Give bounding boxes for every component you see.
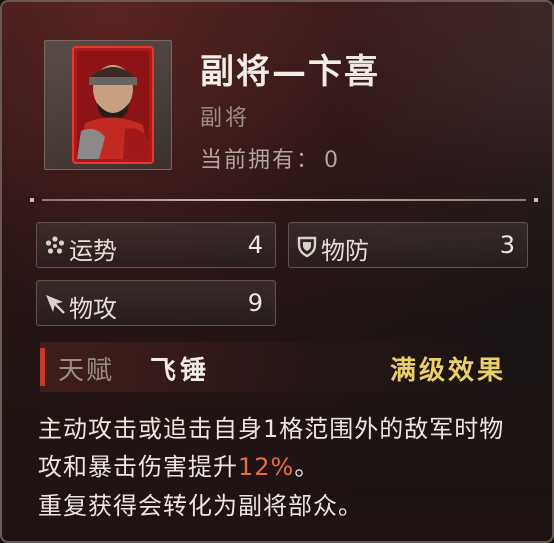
talent-desc-highlight: 12%: [238, 453, 295, 481]
talent-desc-end: 。: [294, 453, 320, 481]
max-level-effect-button[interactable]: 满级效果: [390, 350, 506, 387]
stat-label: 物攻: [69, 295, 117, 323]
stat-value: 4: [247, 231, 263, 259]
talent-description: 主动攻击或追击自身1格范围外的敌军时物攻和暴击伤害提升12%。: [38, 410, 508, 486]
attack-cursor-icon: [46, 295, 65, 314]
divider: [30, 198, 538, 202]
duplicate-note: 重复获得会转化为副将部众。: [38, 492, 363, 520]
stat-fortune[interactable]: 运势 4: [36, 222, 276, 268]
stat-value: 9: [247, 289, 263, 317]
general-portrait: [44, 40, 172, 170]
stat-attack[interactable]: 物攻 9: [36, 280, 276, 326]
shield-icon: [297, 236, 317, 258]
talent-label: 天赋: [58, 356, 115, 386]
stat-label: 运势: [69, 237, 117, 265]
stat-defense[interactable]: 物防 3: [288, 222, 528, 268]
general-type: 副将: [200, 106, 251, 131]
general-portrait-art: [72, 46, 154, 164]
stat-value: 3: [499, 231, 515, 259]
general-title: 副将—卞喜: [200, 52, 380, 92]
owned-count-row: 当前拥有： 0: [200, 142, 340, 174]
talent-accent-bar: [40, 348, 45, 386]
stat-label: 物防: [321, 237, 369, 265]
talent-name: 飞锤: [150, 356, 211, 386]
general-info-panel: 副将—卞喜 副将 当前拥有： 0 运势 4 物防 3 物攻 9 天赋 飞锤 满级…: [0, 0, 554, 543]
owned-count: 0: [324, 148, 341, 173]
fortune-icon: [45, 236, 65, 254]
owned-label: 当前拥有：: [200, 148, 321, 173]
